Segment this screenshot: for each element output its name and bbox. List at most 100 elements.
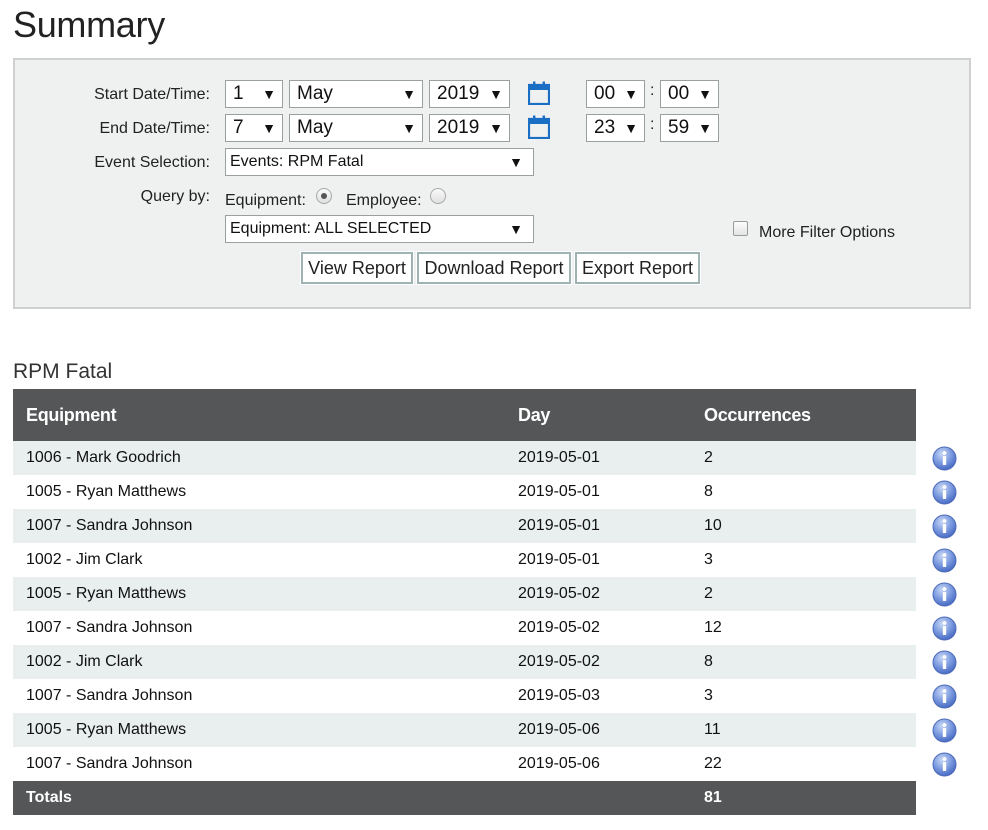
end-month-value: May — [297, 117, 333, 138]
day-cell: 2019-05-02 — [505, 645, 691, 679]
employee-radio[interactable] — [430, 188, 446, 204]
chevron-down-icon: ▼ — [509, 154, 523, 170]
day-cell: 2019-05-01 — [505, 543, 691, 577]
totals-empty-cell — [505, 781, 691, 815]
start-hour-value: 00 — [594, 83, 616, 104]
more-filter-options-checkbox[interactable] — [733, 221, 748, 236]
info-icon[interactable] — [932, 650, 957, 675]
table-row: 1005 - Ryan Matthews 2019-05-02 2 — [13, 577, 916, 611]
occurrences-cell: 8 — [691, 645, 916, 679]
page-title: Summary — [13, 4, 165, 45]
totals-value: 81 — [691, 781, 916, 815]
occurrences-cell: 12 — [691, 611, 916, 645]
table-header-row: Equipment Day Occurrences — [13, 389, 916, 441]
info-icon[interactable] — [932, 684, 957, 709]
employee-radio-label: Employee: — [346, 192, 422, 209]
table-row: 1002 - Jim Clark 2019-05-01 3 — [13, 543, 916, 577]
day-cell: 2019-05-01 — [505, 441, 691, 475]
equipment-cell: 1005 - Ryan Matthews — [13, 713, 505, 747]
occurrences-cell: 2 — [691, 577, 916, 611]
day-cell: 2019-05-01 — [505, 475, 691, 509]
end-hour-select[interactable]: 23 ▼ — [586, 114, 645, 142]
column-header-occurrences[interactable]: Occurrences — [691, 389, 916, 441]
start-month-value: May — [297, 83, 333, 104]
day-cell: 2019-05-06 — [505, 747, 691, 781]
chevron-down-icon: ▼ — [402, 120, 416, 136]
chevron-down-icon: ▼ — [624, 86, 638, 102]
event-selection-label: Event Selection: — [94, 154, 210, 171]
occurrences-cell: 22 — [691, 747, 916, 781]
end-minute-value: 59 — [668, 117, 690, 138]
occurrences-cell: 3 — [691, 679, 916, 713]
totals-row: Totals 81 — [13, 781, 916, 815]
equipment-cell: 1007 - Sandra Johnson — [13, 747, 505, 781]
equipment-cell: 1007 - Sandra Johnson — [13, 611, 505, 645]
occurrences-cell: 3 — [691, 543, 916, 577]
end-month-select[interactable]: May ▼ — [289, 114, 423, 142]
equipment-select-value: Equipment: ALL SELECTED — [230, 220, 432, 237]
start-minute-value: 00 — [668, 83, 690, 104]
chevron-down-icon: ▼ — [262, 120, 276, 136]
chevron-down-icon: ▼ — [509, 221, 523, 237]
start-datetime-label: Start Date/Time: — [94, 86, 210, 103]
occurrences-cell: 11 — [691, 713, 916, 747]
event-selection-select[interactable]: Events: RPM Fatal ▼ — [225, 148, 534, 176]
occurrences-cell: 10 — [691, 509, 916, 543]
query-by-label: Query by: — [140, 188, 210, 205]
more-filter-options-label[interactable]: More Filter Options — [759, 224, 895, 242]
end-day-value: 7 — [233, 117, 244, 138]
info-icon[interactable] — [932, 514, 957, 539]
column-header-day[interactable]: Day — [505, 389, 691, 441]
end-minute-select[interactable]: 59 ▼ — [660, 114, 719, 142]
calendar-icon[interactable] — [528, 81, 550, 105]
info-icon[interactable] — [932, 446, 957, 471]
end-year-select[interactable]: 2019 ▼ — [429, 114, 510, 142]
download-report-button[interactable]: Download Report — [416, 251, 572, 285]
info-icon[interactable] — [932, 548, 957, 573]
start-year-select[interactable]: 2019 ▼ — [429, 80, 510, 108]
chevron-down-icon: ▼ — [489, 120, 503, 136]
occurrences-cell: 8 — [691, 475, 916, 509]
filter-panel: Start Date/Time: 1 ▼ May ▼ 2019 ▼ 00 ▼ :… — [13, 58, 971, 309]
equipment-cell: 1007 - Sandra Johnson — [13, 679, 505, 713]
start-hour-select[interactable]: 00 ▼ — [586, 80, 645, 108]
equipment-select[interactable]: Equipment: ALL SELECTED ▼ — [225, 215, 534, 243]
column-header-equipment[interactable]: Equipment — [13, 389, 505, 441]
end-datetime-label: End Date/Time: — [99, 120, 210, 137]
info-icon[interactable] — [932, 480, 957, 505]
chevron-down-icon: ▼ — [402, 86, 416, 102]
report-table: Equipment Day Occurrences 1006 - Mark Go… — [13, 389, 916, 815]
equipment-radio-label: Equipment: — [225, 192, 306, 209]
equipment-cell: 1002 - Jim Clark — [13, 543, 505, 577]
day-cell: 2019-05-03 — [505, 679, 691, 713]
day-cell: 2019-05-02 — [505, 611, 691, 645]
totals-label: Totals — [13, 781, 505, 815]
table-row: 1007 - Sandra Johnson 2019-05-03 3 — [13, 679, 916, 713]
day-cell: 2019-05-01 — [505, 509, 691, 543]
equipment-cell: 1002 - Jim Clark — [13, 645, 505, 679]
end-hour-value: 23 — [594, 117, 616, 138]
equipment-radio[interactable] — [316, 188, 332, 204]
start-day-select[interactable]: 1 ▼ — [225, 80, 283, 108]
export-report-button[interactable]: Export Report — [574, 251, 701, 285]
start-month-select[interactable]: May ▼ — [289, 80, 423, 108]
table-row: 1007 - Sandra Johnson 2019-05-01 10 — [13, 509, 916, 543]
chevron-down-icon: ▼ — [489, 86, 503, 102]
info-icon[interactable] — [932, 616, 957, 641]
view-report-button[interactable]: View Report — [300, 251, 414, 285]
report-title: RPM Fatal — [13, 360, 113, 383]
time-separator: : — [650, 82, 655, 99]
start-day-value: 1 — [233, 83, 244, 104]
table-row: 1007 - Sandra Johnson 2019-05-02 12 — [13, 611, 916, 645]
end-day-select[interactable]: 7 ▼ — [225, 114, 283, 142]
start-minute-select[interactable]: 00 ▼ — [660, 80, 719, 108]
info-icon[interactable] — [932, 582, 957, 607]
calendar-icon[interactable] — [528, 115, 550, 139]
start-year-value: 2019 — [437, 83, 480, 104]
info-icon[interactable] — [932, 718, 957, 743]
time-separator: : — [650, 116, 655, 133]
chevron-down-icon: ▼ — [624, 120, 638, 136]
info-icon[interactable] — [932, 752, 957, 777]
equipment-cell: 1007 - Sandra Johnson — [13, 509, 505, 543]
equipment-cell: 1005 - Ryan Matthews — [13, 577, 505, 611]
